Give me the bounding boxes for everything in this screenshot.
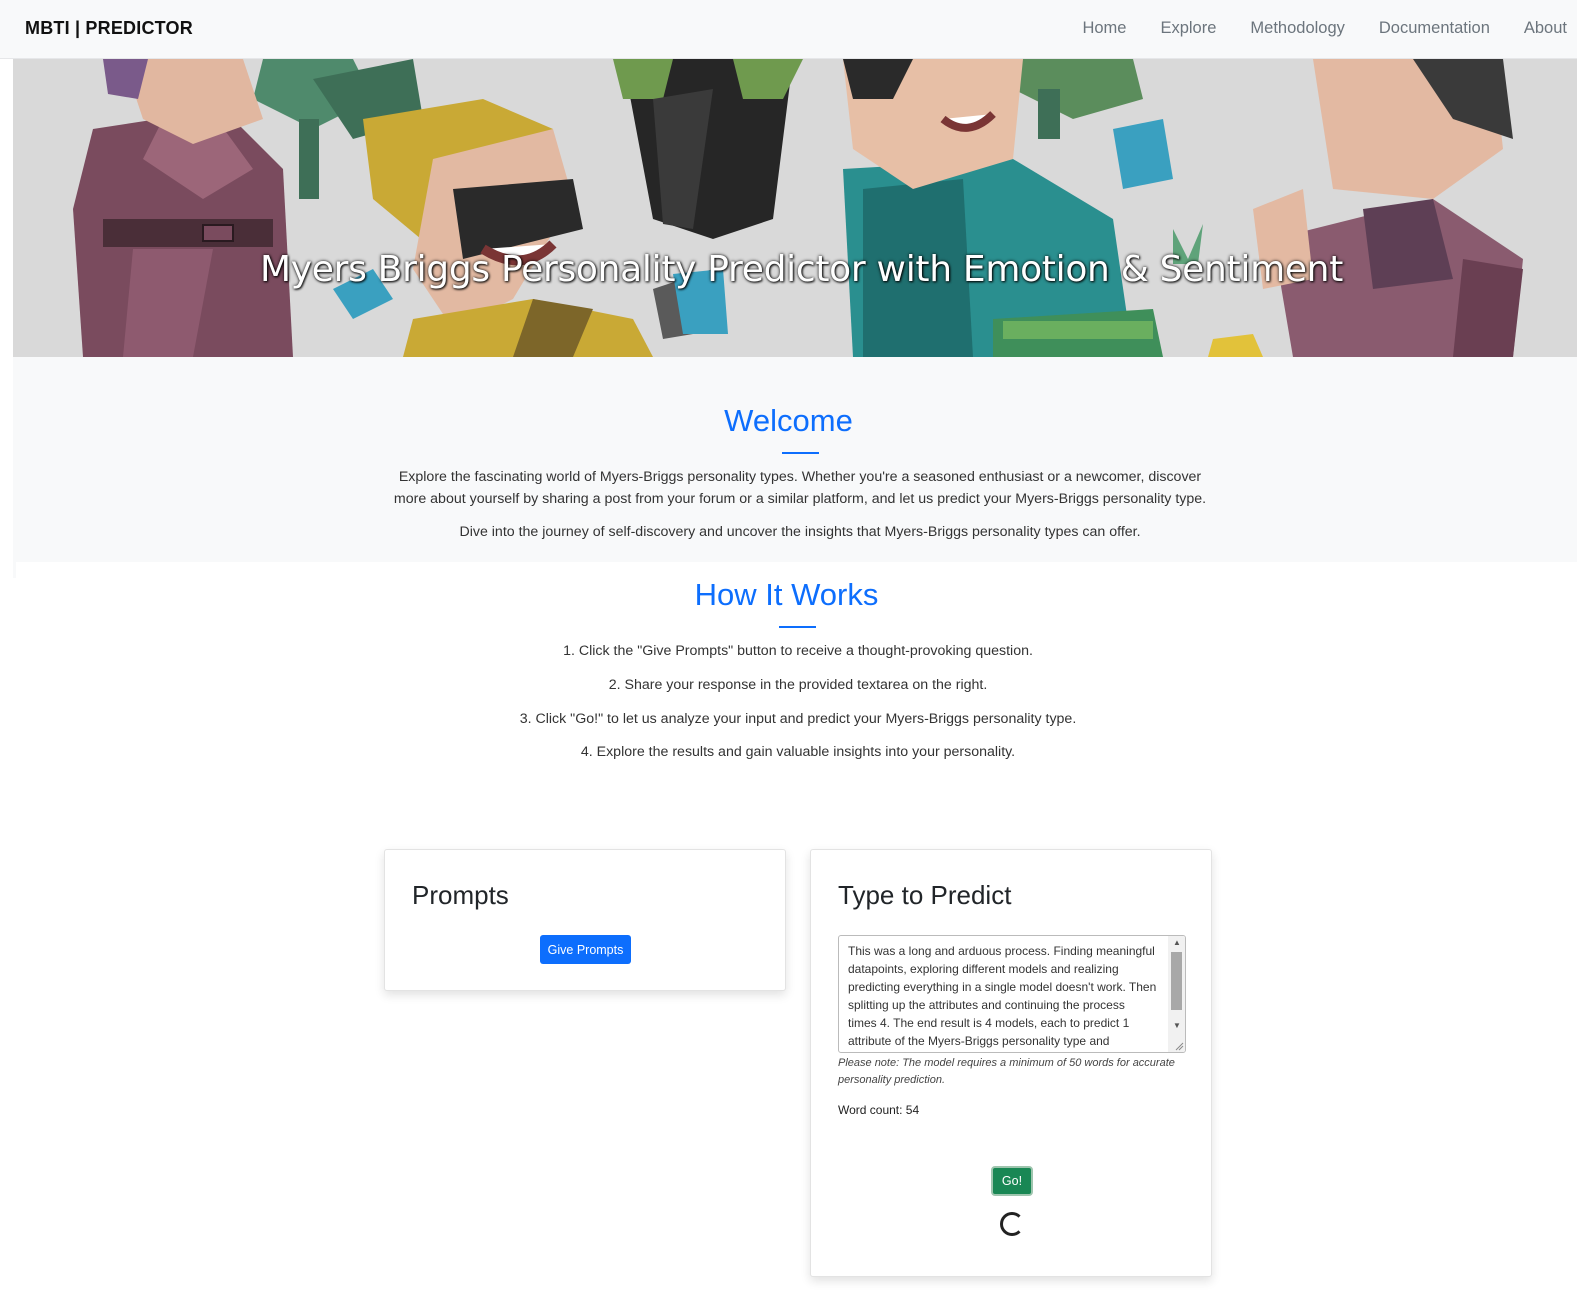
note-line-1: Please note: The model requires a minimu… — [838, 1057, 1175, 1069]
loading-spinner-icon — [1000, 1212, 1024, 1236]
word-requirement-note: Please note: The model requires a minimu… — [838, 1055, 1198, 1089]
welcome-text-line-2: more about yourself by sharing a post fr… — [393, 491, 1207, 507]
brand-logo[interactable]: MBTI | PREDICTOR — [25, 18, 193, 39]
scroll-up-arrow-icon[interactable]: ▲ — [1173, 939, 1181, 947]
nav-link-about[interactable]: About — [1524, 19, 1567, 38]
nav-link-methodology[interactable]: Methodology — [1250, 19, 1344, 38]
scroll-down-arrow-icon[interactable]: ▼ — [1173, 1022, 1181, 1030]
how-step-3: 3. Click "Go!" to let us analyze your in… — [519, 711, 1077, 727]
hero-banner: Myers Briggs Personality Predictor with … — [13, 59, 1577, 357]
nav-link-home[interactable]: Home — [1082, 19, 1126, 38]
welcome-text-line-1: Explore the fascinating world of Myers-B… — [398, 469, 1202, 485]
prediction-text[interactable]: This was a long and arduous process. Fin… — [839, 936, 1169, 1052]
prompts-title: Prompts — [412, 880, 509, 910]
how-underline — [779, 626, 816, 628]
welcome-text-2: Dive into the journey of self-discovery … — [459, 524, 1141, 540]
text-line: This was a long and arduous process. Fin… — [848, 944, 1155, 958]
section-divider — [13, 562, 16, 578]
give-prompts-button[interactable]: Give Prompts — [540, 935, 631, 964]
predict-card: Type to Predict This was a long and ardu… — [810, 849, 1212, 1277]
text-line: splitting up the attributes and continui… — [848, 998, 1125, 1012]
text-line: times 4. The end result is 4 models, eac… — [848, 1016, 1130, 1030]
text-line: predicting everything in a single model … — [848, 980, 1157, 994]
how-title: How It Works — [694, 577, 879, 612]
word-count: Word count: 54 — [838, 1103, 920, 1117]
hero-title: Myers Briggs Personality Predictor with … — [259, 249, 1344, 290]
text-line: attribute of the Myers-Briggs personalit… — [848, 1034, 1110, 1048]
hero-illustration — [13, 59, 1577, 357]
note-line-2: personality prediction. — [838, 1074, 946, 1086]
how-step-1: 1. Click the "Give Prompts" button to re… — [563, 643, 1033, 659]
nav-links: Home Explore Methodology Documentation A… — [1048, 19, 1567, 38]
how-step-4: 4. Explore the results and gain valuable… — [580, 744, 1016, 760]
textarea-scrollbar[interactable]: ▲ ▼ — [1168, 936, 1185, 1052]
text-line: datapoints, exploring different models a… — [848, 962, 1119, 976]
nav-link-documentation[interactable]: Documentation — [1379, 19, 1490, 38]
navbar: MBTI | PREDICTOR Home Explore Methodolog… — [0, 0, 1577, 59]
scroll-thumb[interactable] — [1171, 952, 1182, 1010]
go-button[interactable]: Go! — [991, 1166, 1033, 1196]
welcome-title: Welcome — [724, 403, 853, 438]
resize-handle-icon[interactable] — [1174, 1041, 1184, 1051]
how-step-2: 2. Share your response in the provided t… — [608, 677, 988, 693]
nav-link-explore[interactable]: Explore — [1160, 19, 1216, 38]
predict-title: Type to Predict — [838, 880, 1012, 910]
prompts-card: Prompts Give Prompts — [384, 849, 786, 991]
prediction-textarea[interactable]: This was a long and arduous process. Fin… — [838, 935, 1186, 1053]
welcome-underline — [782, 452, 819, 454]
